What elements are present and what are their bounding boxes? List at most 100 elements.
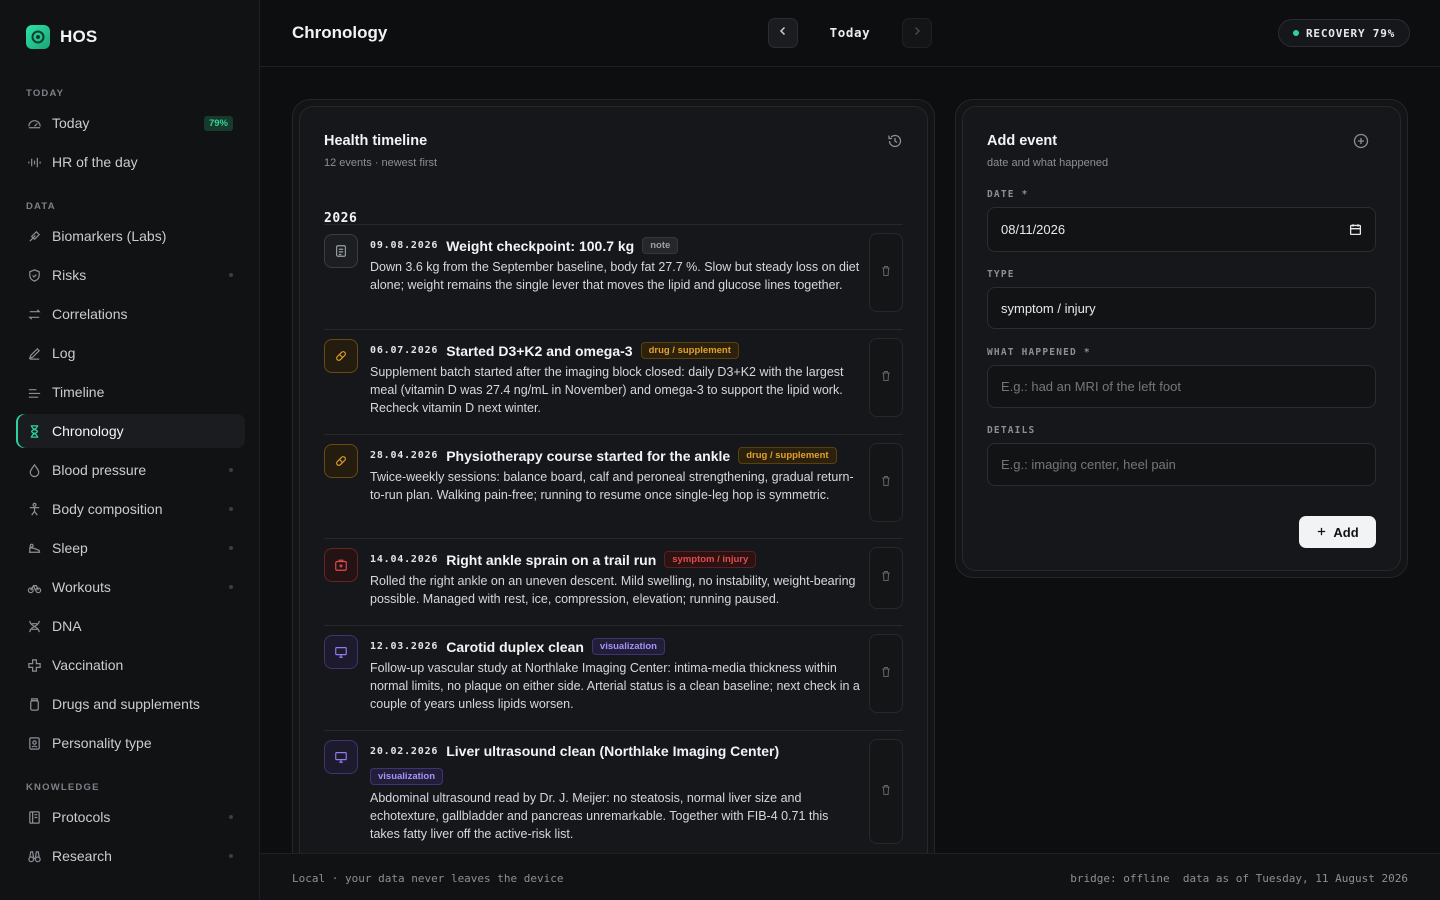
sidebar-item-label: Biomarkers (Labs) bbox=[52, 228, 167, 244]
history-icon[interactable] bbox=[887, 133, 903, 154]
trash-icon bbox=[880, 569, 892, 587]
event-date: 20.02.2026 bbox=[370, 745, 439, 757]
sidebar-item-label: Research bbox=[52, 848, 112, 864]
timeline-event: 06.07.2026 Started D3+K2 and omega-3 dru… bbox=[324, 330, 903, 435]
trash-icon bbox=[880, 369, 892, 387]
event-title: Weight checkpoint: 100.7 kg bbox=[446, 237, 635, 254]
plus-icon bbox=[1316, 525, 1327, 540]
sidebar-item-label: Log bbox=[52, 345, 76, 361]
logo-icon bbox=[26, 25, 50, 49]
delete-event-button[interactable] bbox=[869, 338, 903, 417]
add-circle-icon[interactable] bbox=[1353, 133, 1369, 154]
event-description: Down 3.6 kg from the September baseline,… bbox=[370, 260, 860, 293]
timeline-event: 14.04.2026 Right ankle sprain on a trail… bbox=[324, 539, 903, 626]
timeline-title: Health timeline bbox=[324, 133, 428, 149]
delete-event-button[interactable] bbox=[869, 739, 903, 844]
sidebar-item-body-composition[interactable]: Body composition bbox=[16, 492, 245, 526]
sidebar-item-label: Sleep bbox=[52, 540, 88, 556]
trash-icon bbox=[880, 474, 892, 492]
event-type-badge: visualization bbox=[591, 638, 665, 655]
sidebar-item-risks[interactable]: Risks bbox=[16, 258, 245, 292]
status-dot bbox=[229, 468, 233, 472]
sidebar-item-research[interactable]: Research bbox=[16, 839, 245, 873]
event-title: Carotid duplex clean bbox=[446, 638, 584, 655]
pill-bottle-icon bbox=[26, 696, 42, 712]
pencil-icon bbox=[26, 345, 42, 361]
date-label: DATE * bbox=[987, 189, 1029, 200]
footer: Local · your data never leaves the devic… bbox=[260, 853, 1440, 900]
sidebar-item-correlations[interactable]: Correlations bbox=[16, 297, 245, 331]
sidebar-item-label: Today bbox=[52, 115, 90, 131]
pill-icon bbox=[324, 444, 358, 478]
details-input[interactable]: E.g.: imaging center, heel pain bbox=[987, 443, 1376, 486]
droplet-icon bbox=[26, 462, 42, 478]
current-date-label[interactable]: Today bbox=[808, 25, 892, 40]
event-type-badge: note bbox=[642, 237, 679, 254]
sidebar-item-sleep[interactable]: Sleep bbox=[16, 531, 245, 565]
add-event-card-inner: Add event date and what happened DATE * … bbox=[962, 106, 1401, 571]
timeline-event: 12.03.2026 Carotid duplex clean visualiz… bbox=[324, 626, 903, 731]
sidebar-item-blood-pressure[interactable]: Blood pressure bbox=[16, 453, 245, 487]
type-select[interactable]: symptom / injury bbox=[987, 287, 1376, 329]
gauge-icon bbox=[26, 115, 42, 131]
section-data: DATA bbox=[26, 201, 56, 212]
previous-day-button[interactable] bbox=[768, 18, 798, 48]
status-dot bbox=[1293, 30, 1299, 36]
sidebar-item-chronology[interactable]: Chronology bbox=[16, 414, 245, 448]
hourglass-icon bbox=[26, 423, 42, 439]
what-happened-input[interactable]: E.g.: had an MRI of the left foot bbox=[987, 365, 1376, 408]
delete-event-button[interactable] bbox=[869, 634, 903, 713]
date-input[interactable]: 08/11/2026 bbox=[987, 207, 1376, 252]
event-type-badge: visualization bbox=[370, 768, 444, 785]
recovery-status[interactable]: RECOVERY 79% bbox=[1278, 19, 1411, 47]
sidebar-item-label: DNA bbox=[52, 618, 82, 634]
sidebar-item-biomarkers[interactable]: Biomarkers (Labs) bbox=[16, 219, 245, 253]
sidebar-item-workouts[interactable]: Workouts bbox=[16, 570, 245, 604]
delete-event-button[interactable] bbox=[869, 443, 903, 522]
delete-event-button[interactable] bbox=[869, 547, 903, 609]
form-subtitle: date and what happened bbox=[987, 157, 1109, 169]
timeline-event: 09.08.2026 Weight checkpoint: 100.7 kg n… bbox=[324, 225, 903, 330]
add-event-button[interactable]: Add bbox=[1299, 516, 1376, 548]
recovery-label: RECOVERY 79% bbox=[1306, 26, 1396, 40]
sidebar-item-dna[interactable]: DNA bbox=[16, 609, 245, 643]
status-dot bbox=[229, 507, 233, 511]
trash-icon bbox=[880, 783, 892, 801]
pipette-icon bbox=[26, 228, 42, 244]
sidebar-item-label: Vaccination bbox=[52, 657, 124, 673]
trash-icon bbox=[880, 665, 892, 683]
sidebar-item-today[interactable]: Today 79% bbox=[16, 106, 245, 140]
sidebar-item-drugs[interactable]: Drugs and supplements bbox=[16, 687, 245, 721]
brand[interactable]: HOS bbox=[26, 25, 97, 49]
status-dot bbox=[229, 273, 233, 277]
sidebar-item-protocols[interactable]: Protocols bbox=[16, 800, 245, 834]
sidebar-item-vaccination[interactable]: Vaccination bbox=[16, 648, 245, 682]
sidebar-item-timeline[interactable]: Timeline bbox=[16, 375, 245, 409]
timeline-icon bbox=[26, 384, 42, 400]
event-description: Rolled the right ankle on an uneven desc… bbox=[370, 574, 856, 607]
type-value: symptom / injury bbox=[1001, 300, 1096, 316]
event-date: 06.07.2026 bbox=[370, 345, 439, 356]
sidebar-item-label: Chronology bbox=[52, 423, 124, 439]
sidebar-item-label: Body composition bbox=[52, 501, 163, 517]
next-day-button[interactable] bbox=[902, 18, 932, 48]
first-aid-icon bbox=[324, 548, 358, 582]
details-placeholder: E.g.: imaging center, heel pain bbox=[1001, 457, 1176, 472]
calendar-icon[interactable] bbox=[1349, 223, 1362, 236]
note-icon bbox=[324, 234, 358, 268]
sidebar-item-hr[interactable]: HR of the day bbox=[16, 145, 245, 179]
timeline-subtitle: 12 events · newest first bbox=[324, 157, 438, 169]
event-description: Follow-up vascular study at Northlake Im… bbox=[370, 661, 860, 712]
monitor-icon bbox=[324, 635, 358, 669]
topbar: Chronology Today RECOVERY 79% bbox=[260, 0, 1440, 67]
event-title: Physiotherapy course started for the ank… bbox=[446, 447, 731, 464]
timeline-card-inner: Health timeline 12 events · newest first… bbox=[299, 106, 928, 872]
status-dot bbox=[229, 585, 233, 589]
sidebar-item-label: Blood pressure bbox=[52, 462, 147, 478]
add-event-card: Add event date and what happened DATE * … bbox=[955, 99, 1408, 578]
event-date: 14.04.2026 bbox=[370, 554, 439, 565]
delete-event-button[interactable] bbox=[869, 233, 903, 312]
details-label: DETAILS bbox=[987, 425, 1036, 436]
sidebar-item-log[interactable]: Log bbox=[16, 336, 245, 370]
sidebar-item-personality[interactable]: Personality type bbox=[16, 726, 245, 760]
